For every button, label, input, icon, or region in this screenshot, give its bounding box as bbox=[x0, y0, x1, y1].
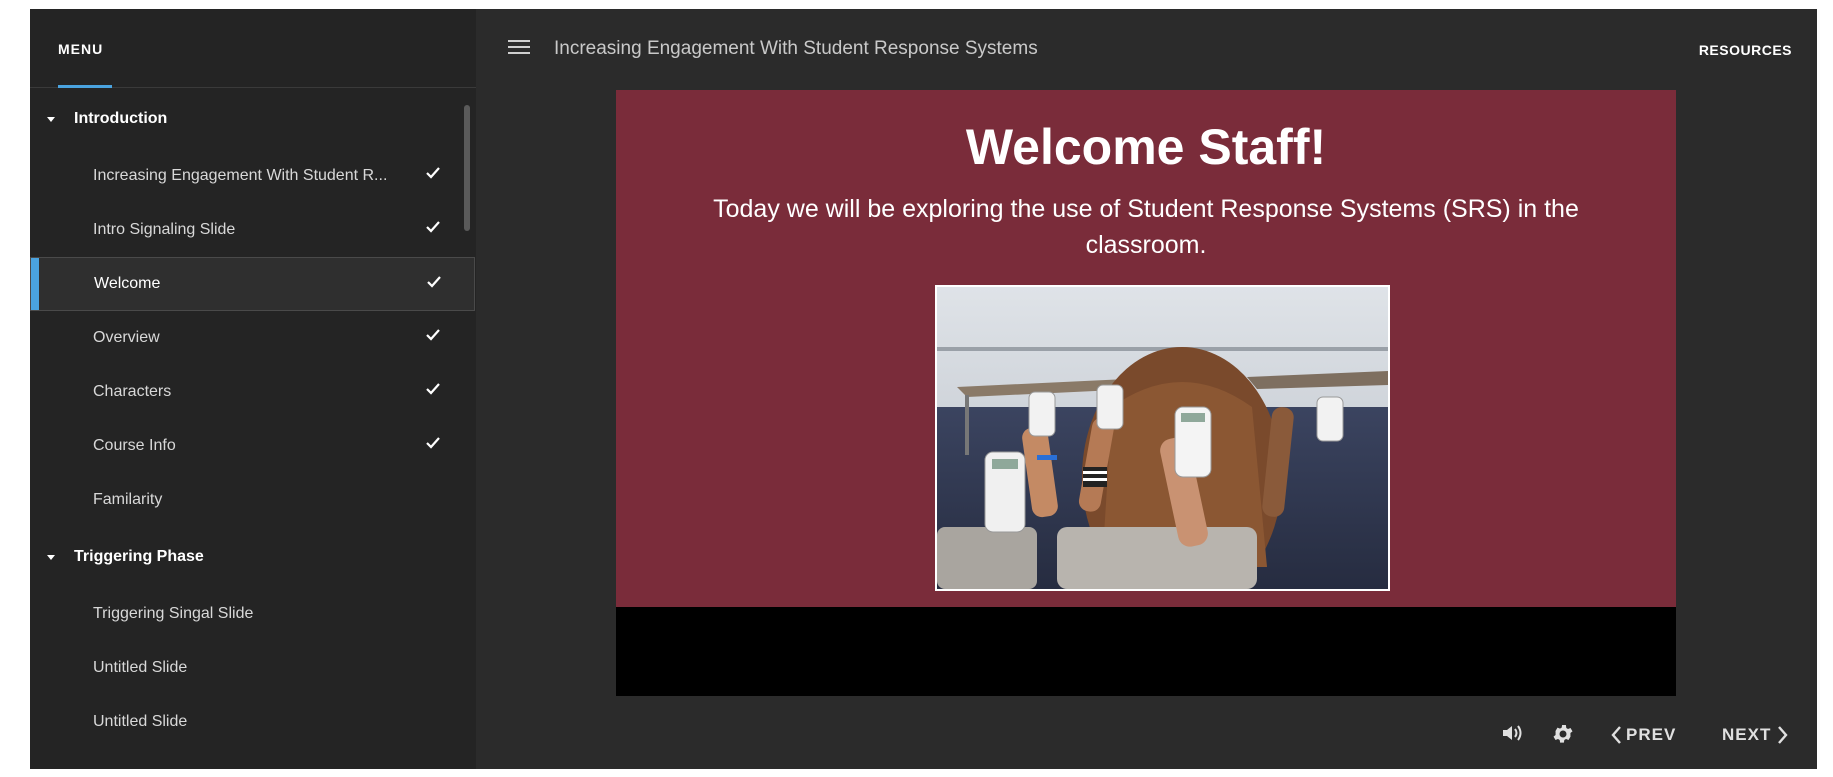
menu-item-untitled-slide[interactable]: Untitled Slide bbox=[30, 695, 476, 749]
active-indicator bbox=[31, 258, 39, 310]
slide-content: Welcome Staff! Today we will be explorin… bbox=[616, 90, 1676, 607]
menu-item-intro-signaling-slide[interactable]: Intro Signaling Slide bbox=[30, 203, 476, 257]
menu-item-characters[interactable]: Characters bbox=[30, 365, 476, 419]
volume-icon[interactable] bbox=[1501, 723, 1523, 743]
menu-item-label: Intro Signaling Slide bbox=[93, 221, 236, 238]
section-label: Introduction bbox=[74, 110, 168, 127]
menu-item-label: Characters bbox=[93, 383, 172, 400]
caret-down-icon bbox=[47, 116, 55, 122]
section-introduction[interactable]: Introduction bbox=[30, 89, 476, 149]
check-icon bbox=[426, 221, 440, 233]
hamburger-menu-icon[interactable] bbox=[508, 40, 530, 56]
section-triggering-phase[interactable]: Triggering Phase bbox=[30, 527, 476, 587]
chevron-right-icon bbox=[1778, 726, 1788, 744]
sidebar-header: MENU bbox=[30, 9, 476, 88]
menu-item-label: Welcome bbox=[94, 275, 161, 292]
menu-item-label: Triggering Singal Slide bbox=[93, 605, 254, 622]
menu-list: Introduction Increasing Engagement With … bbox=[30, 89, 476, 769]
menu-item-label: Familarity bbox=[93, 491, 163, 508]
course-title: Increasing Engagement With Student Respo… bbox=[554, 38, 1038, 59]
topbar: Increasing Engagement With Student Respo… bbox=[476, 9, 1817, 88]
prev-button[interactable]: PREV bbox=[1610, 725, 1676, 745]
slide-title: Welcome Staff! bbox=[965, 119, 1327, 175]
check-icon bbox=[426, 167, 440, 179]
menu-item-label: Overview bbox=[93, 329, 160, 346]
menu-item-untitled-slide[interactable]: Untitled Slide bbox=[30, 641, 476, 695]
check-icon bbox=[426, 383, 440, 395]
menu-item-label: Untitled Slide bbox=[93, 659, 188, 676]
menu-tab-indicator bbox=[58, 85, 112, 88]
menu-item-welcome[interactable]: Welcome bbox=[30, 257, 475, 311]
menu-item-increasing-engagement[interactable]: Increasing Engagement With Student R... bbox=[30, 149, 476, 203]
section-label: Triggering Phase bbox=[74, 548, 204, 565]
caret-down-icon bbox=[47, 554, 55, 560]
menu-item-label: Untitled Slide bbox=[93, 713, 188, 730]
menu-item-label: Increasing Engagement With Student R... bbox=[93, 167, 388, 184]
player-window: MENU Introduction Increasing Engagement … bbox=[30, 9, 1817, 769]
sidebar-scrollbar[interactable] bbox=[464, 105, 470, 231]
check-icon bbox=[427, 276, 441, 288]
menu-item-triggering-singal-slide[interactable]: Triggering Singal Slide bbox=[30, 587, 476, 641]
menu-tab[interactable]: MENU bbox=[58, 41, 103, 57]
resources-button[interactable]: RESOURCES bbox=[1699, 42, 1792, 58]
chevron-left-icon bbox=[1611, 726, 1621, 744]
player-controls: PREV NEXT bbox=[476, 699, 1817, 769]
slide-stage: Welcome Staff! Today we will be explorin… bbox=[616, 90, 1676, 696]
menu-item-overview[interactable]: Overview bbox=[30, 311, 476, 365]
check-icon bbox=[426, 329, 440, 341]
next-button[interactable]: NEXT bbox=[1722, 725, 1789, 745]
menu-item-familarity[interactable]: Familarity bbox=[30, 473, 476, 527]
photo-illustration bbox=[937, 287, 1388, 589]
slide-subtitle: Today we will be exploring the use of St… bbox=[713, 195, 1579, 259]
menu-item-course-info[interactable]: Course Info bbox=[30, 419, 476, 473]
sidebar: MENU Introduction Increasing Engagement … bbox=[30, 9, 476, 769]
menu-item-label: Course Info bbox=[93, 437, 176, 454]
gear-icon[interactable] bbox=[1551, 722, 1575, 746]
next-label: NEXT bbox=[1722, 725, 1772, 744]
prev-label: PREV bbox=[1626, 725, 1677, 744]
students-clickers-photo bbox=[935, 285, 1390, 591]
check-icon bbox=[426, 437, 440, 449]
